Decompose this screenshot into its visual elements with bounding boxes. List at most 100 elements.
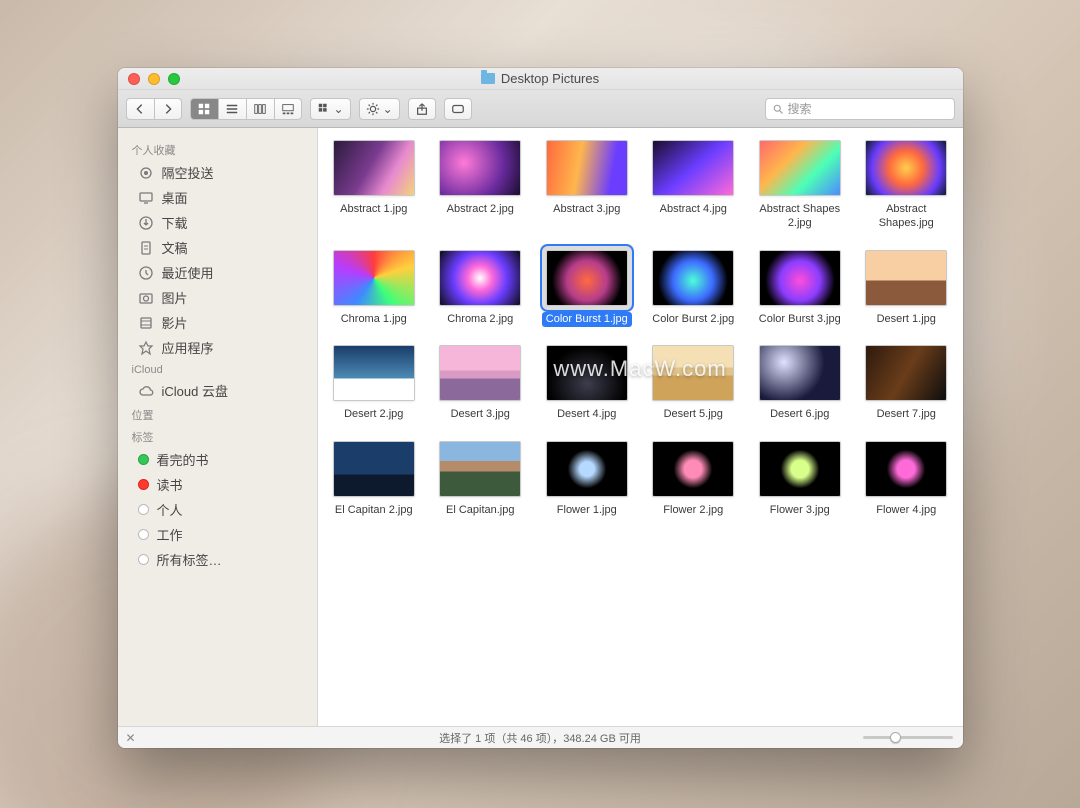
recent-icon bbox=[138, 265, 154, 281]
file-item[interactable]: Abstract 4.jpg bbox=[645, 140, 742, 232]
file-name: Desert 3.jpg bbox=[447, 407, 514, 423]
forward-button[interactable] bbox=[154, 98, 182, 120]
file-name: Abstract 4.jpg bbox=[656, 202, 731, 218]
file-thumbnail bbox=[546, 250, 628, 306]
file-item[interactable]: Desert 1.jpg bbox=[858, 250, 955, 328]
file-item[interactable]: Flower 4.jpg bbox=[858, 441, 955, 519]
sidebar-item-label: 隔空投送 bbox=[162, 163, 214, 182]
sidebar-item-label: 看完的书 bbox=[157, 450, 209, 469]
icon-size-slider[interactable] bbox=[863, 736, 953, 739]
file-thumbnail bbox=[439, 345, 521, 401]
file-thumbnail bbox=[546, 345, 628, 401]
sidebar-item[interactable]: 隔空投送 bbox=[118, 160, 317, 185]
path-bar-close-icon[interactable]: ✕ bbox=[126, 731, 136, 745]
file-thumbnail bbox=[652, 345, 734, 401]
file-thumbnail bbox=[333, 345, 415, 401]
sidebar-item[interactable]: 所有标签… bbox=[118, 547, 317, 572]
doc-icon bbox=[138, 240, 154, 256]
sidebar-item[interactable]: iCloud 云盘 bbox=[118, 378, 317, 403]
action-button[interactable]: ⌄ bbox=[359, 98, 400, 120]
search-placeholder: 搜索 bbox=[788, 100, 812, 117]
file-item[interactable]: Color Burst 2.jpg bbox=[645, 250, 742, 328]
close-button[interactable] bbox=[128, 73, 140, 85]
gallery-icon bbox=[281, 102, 295, 116]
view-switcher bbox=[190, 98, 302, 120]
columns-icon bbox=[253, 102, 267, 116]
file-item[interactable]: El Capitan 2.jpg bbox=[326, 441, 423, 519]
desktop-icon bbox=[138, 190, 154, 206]
search-input[interactable]: 搜索 bbox=[765, 98, 955, 120]
list-icon bbox=[225, 102, 239, 116]
zoom-button[interactable] bbox=[168, 73, 180, 85]
sidebar-item[interactable]: 图片 bbox=[118, 285, 317, 310]
titlebar: Desktop Pictures bbox=[118, 68, 963, 90]
sidebar-item[interactable]: 文稿 bbox=[118, 235, 317, 260]
sidebar-item-label: 读书 bbox=[157, 475, 183, 494]
sidebar-item[interactable]: 影片 bbox=[118, 310, 317, 335]
file-item[interactable]: Abstract Shapes 2.jpg bbox=[752, 140, 849, 232]
file-item[interactable]: Abstract 3.jpg bbox=[539, 140, 636, 232]
content-area[interactable]: Abstract 1.jpg Abstract 2.jpg Abstract 3.j… bbox=[318, 128, 963, 726]
tag-icon bbox=[451, 102, 465, 116]
file-item[interactable]: Desert 5.jpg bbox=[645, 345, 742, 423]
chevron-right-icon bbox=[161, 102, 175, 116]
file-item[interactable]: Abstract Shapes.jpg bbox=[858, 140, 955, 232]
file-item[interactable]: Chroma 2.jpg bbox=[432, 250, 529, 328]
file-item[interactable]: Desert 2.jpg bbox=[326, 345, 423, 423]
sidebar-item-label: 图片 bbox=[162, 288, 188, 307]
file-thumbnail bbox=[652, 250, 734, 306]
back-button[interactable] bbox=[126, 98, 154, 120]
file-item[interactable]: Chroma 1.jpg bbox=[326, 250, 423, 328]
sidebar-item[interactable]: 桌面 bbox=[118, 185, 317, 210]
slider-thumb[interactable] bbox=[890, 732, 901, 743]
file-thumbnail bbox=[759, 140, 841, 196]
tag-dot-icon bbox=[138, 504, 149, 515]
cloud-icon bbox=[138, 383, 154, 399]
file-item[interactable]: Color Burst 1.jpg bbox=[539, 250, 636, 328]
file-item[interactable]: Color Burst 3.jpg bbox=[752, 250, 849, 328]
file-item[interactable]: Desert 7.jpg bbox=[858, 345, 955, 423]
file-name: Desert 1.jpg bbox=[873, 312, 940, 328]
window-controls bbox=[118, 73, 180, 85]
file-name: Abstract 1.jpg bbox=[336, 202, 411, 218]
share-button[interactable] bbox=[408, 98, 436, 120]
file-thumbnail bbox=[333, 441, 415, 497]
sidebar-item-label: 应用程序 bbox=[162, 338, 214, 357]
search-icon bbox=[772, 103, 784, 115]
sidebar-item[interactable]: 看完的书 bbox=[118, 447, 317, 472]
sidebar-item[interactable]: 个人 bbox=[118, 497, 317, 522]
sidebar-item[interactable]: 读书 bbox=[118, 472, 317, 497]
sidebar-item-label: 桌面 bbox=[162, 188, 188, 207]
sidebar-item[interactable]: 工作 bbox=[118, 522, 317, 547]
sidebar-item[interactable]: 下载 bbox=[118, 210, 317, 235]
file-item[interactable]: Flower 1.jpg bbox=[539, 441, 636, 519]
file-item[interactable]: Abstract 2.jpg bbox=[432, 140, 529, 232]
file-item[interactable]: Flower 2.jpg bbox=[645, 441, 742, 519]
sidebar-item-label: 工作 bbox=[157, 525, 183, 544]
sidebar-item[interactable]: 应用程序 bbox=[118, 335, 317, 360]
view-gallery-button[interactable] bbox=[274, 98, 302, 120]
share-icon bbox=[415, 102, 429, 116]
file-name: Desert 5.jpg bbox=[660, 407, 727, 423]
view-icon-button[interactable] bbox=[190, 98, 218, 120]
file-item[interactable]: Desert 4.jpg bbox=[539, 345, 636, 423]
file-item[interactable]: Abstract 1.jpg bbox=[326, 140, 423, 232]
sidebar-item[interactable]: 最近使用 bbox=[118, 260, 317, 285]
sidebar-section-header: 个人收藏 bbox=[118, 138, 317, 160]
file-item[interactable]: Desert 6.jpg bbox=[752, 345, 849, 423]
finder-window: Desktop Pictures ⌄ ⌄ 搜索 个人收藏隔空投送桌面下载文稿最近… bbox=[118, 68, 963, 748]
nav-buttons bbox=[126, 98, 182, 120]
arrange-button[interactable]: ⌄ bbox=[310, 98, 351, 120]
view-column-button[interactable] bbox=[246, 98, 274, 120]
window-body: 个人收藏隔空投送桌面下载文稿最近使用图片影片应用程序iCloudiCloud 云… bbox=[118, 128, 963, 726]
download-icon bbox=[138, 215, 154, 231]
file-name: Abstract 3.jpg bbox=[549, 202, 624, 218]
file-name: Color Burst 2.jpg bbox=[648, 312, 738, 328]
minimize-button[interactable] bbox=[148, 73, 160, 85]
tags-button[interactable] bbox=[444, 98, 472, 120]
gear-icon bbox=[366, 102, 380, 116]
file-item[interactable]: El Capitan.jpg bbox=[432, 441, 529, 519]
view-list-button[interactable] bbox=[218, 98, 246, 120]
file-item[interactable]: Desert 3.jpg bbox=[432, 345, 529, 423]
file-item[interactable]: Flower 3.jpg bbox=[752, 441, 849, 519]
